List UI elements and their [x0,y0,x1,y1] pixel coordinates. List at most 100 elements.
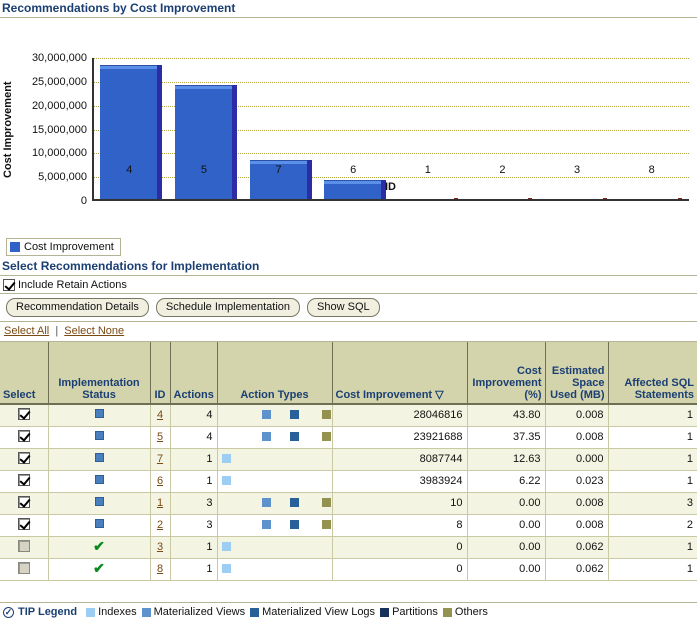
show-sql-button[interactable]: Show SQL [307,298,380,317]
header-action-types[interactable]: Action Types [217,342,332,404]
row-select-checkbox[interactable] [18,408,30,420]
cell-actions: 4 [170,426,217,448]
table-row[interactable]: 71808774412.630.0001 [0,448,697,470]
cell-select[interactable] [0,404,48,426]
select-all-link[interactable]: Select All [4,325,49,337]
cell-id[interactable]: 2 [150,514,170,536]
cell-cost-improvement: 10 [332,492,467,514]
row-select-checkbox[interactable] [18,452,30,464]
cell-select[interactable] [0,470,48,492]
tip-legend-bar: ✓ TIP Legend IndexesMaterialized ViewsMa… [0,602,697,621]
cell-select[interactable] [0,448,48,470]
header-id[interactable]: ID [150,342,170,404]
chart-plot-area [92,58,689,201]
table-row[interactable]: 2380.000.0082 [0,514,697,536]
action-type-mvlog-icon [290,432,299,441]
table-row[interactable]: 13100.000.0083 [0,492,697,514]
cell-cost-improvement-pct: 12.63 [467,448,545,470]
cell-action-types [217,404,332,426]
x-tick-label: 7 [276,164,282,176]
tip-legend-item: Indexes [86,606,137,618]
cell-id[interactable]: 3 [150,536,170,558]
cell-cost-improvement: 28046816 [332,404,467,426]
cell-select[interactable] [0,514,48,536]
tip-legend-item-label: Indexes [98,606,137,618]
id-link[interactable]: 7 [157,453,163,465]
cell-select[interactable] [0,426,48,448]
chart-bar [603,198,607,199]
header-affected-sql-statements[interactable]: Affected SQL Statements [608,342,697,404]
recommendation-details-button[interactable]: Recommendation Details [6,298,149,317]
cell-id[interactable]: 8 [150,558,170,580]
id-link[interactable]: 6 [157,475,163,487]
cell-id[interactable]: 1 [150,492,170,514]
row-select-checkbox[interactable] [18,474,30,486]
chart-gridline [94,58,689,59]
id-link[interactable]: 2 [157,519,163,531]
cell-estimated-space-used: 0.062 [545,536,608,558]
table-row[interactable]: ✔8100.000.0621 [0,558,697,580]
row-select-checkbox[interactable] [18,496,30,508]
row-select-checkbox[interactable] [18,518,30,530]
chart-bar-side [307,160,312,199]
header-estimated-space-used[interactable]: Estimated Space Used (MB) [545,342,608,404]
cell-action-types [217,536,332,558]
select-none-link[interactable]: Select None [64,325,124,337]
tip-legend-title[interactable]: TIP Legend [18,606,77,618]
chart-legend-label: Cost Improvement [24,241,114,253]
row-select-checkbox[interactable] [18,430,30,442]
cell-select[interactable] [0,558,48,580]
cell-affected-sql-statements: 3 [608,492,697,514]
status-square-icon [95,453,104,462]
header-implementation-status[interactable]: Implementation Status [48,342,150,404]
chart-legend: Cost Improvement [6,238,121,256]
links-separator: | [52,325,61,337]
table-row[interactable]: 6139839246.220.0231 [0,470,697,492]
header-actions[interactable]: Actions [170,342,217,404]
y-tick-label: 30,000,000 [32,52,87,64]
cell-select[interactable] [0,492,48,514]
cell-estimated-space-used: 0.008 [545,492,608,514]
table-row[interactable]: 542392168837.350.0081 [0,426,697,448]
id-link[interactable]: 8 [157,563,163,575]
sort-descending-icon[interactable]: ▽ [435,389,443,401]
y-tick-label: 25,000,000 [32,76,87,88]
cell-id[interactable]: 7 [150,448,170,470]
cell-id[interactable]: 5 [150,426,170,448]
tip-legend-other-icon [443,608,452,617]
y-tick-label: 5,000,000 [38,171,87,183]
id-link[interactable]: 1 [157,497,163,509]
include-retain-actions-checkbox[interactable] [3,279,15,291]
header-cost-improvement-pct[interactable]: Cost Improvement (%) [467,342,545,404]
action-button-bar: Recommendation Details Schedule Implement… [0,294,697,322]
id-link[interactable]: 3 [157,541,163,553]
cell-affected-sql-statements: 1 [608,448,697,470]
cell-estimated-space-used: 0.062 [545,558,608,580]
cell-cost-improvement-pct: 0.00 [467,492,545,514]
include-retain-actions-row[interactable]: Include Retain Actions [0,276,697,294]
cell-id[interactable]: 4 [150,404,170,426]
cell-action-types [217,470,332,492]
cell-estimated-space-used: 0.008 [545,426,608,448]
cell-implementation-status: ✔ [48,536,150,558]
table-row[interactable]: ✔3100.000.0621 [0,536,697,558]
x-tick-label: 4 [126,164,132,176]
cell-action-types [217,558,332,580]
y-tick-label: 0 [81,195,87,207]
header-cost-improvement[interactable]: Cost Improvement ▽ [332,342,467,404]
cell-select[interactable] [0,536,48,558]
cell-id[interactable]: 6 [150,470,170,492]
tip-legend-item-label: Materialized View Logs [262,606,375,618]
action-type-other-icon [322,432,331,441]
select-links-row: Select All | Select None [0,322,697,342]
x-tick-label: 2 [499,164,505,176]
id-link[interactable]: 5 [157,431,163,443]
header-select[interactable]: Select [0,342,48,404]
cell-actions: 1 [170,448,217,470]
table-row[interactable]: 442804681643.800.0081 [0,404,697,426]
id-link[interactable]: 4 [157,409,163,421]
schedule-implementation-button[interactable]: Schedule Implementation [156,298,300,317]
status-square-icon [95,519,104,528]
action-type-mvlog-icon [290,410,299,419]
cell-affected-sql-statements: 1 [608,426,697,448]
